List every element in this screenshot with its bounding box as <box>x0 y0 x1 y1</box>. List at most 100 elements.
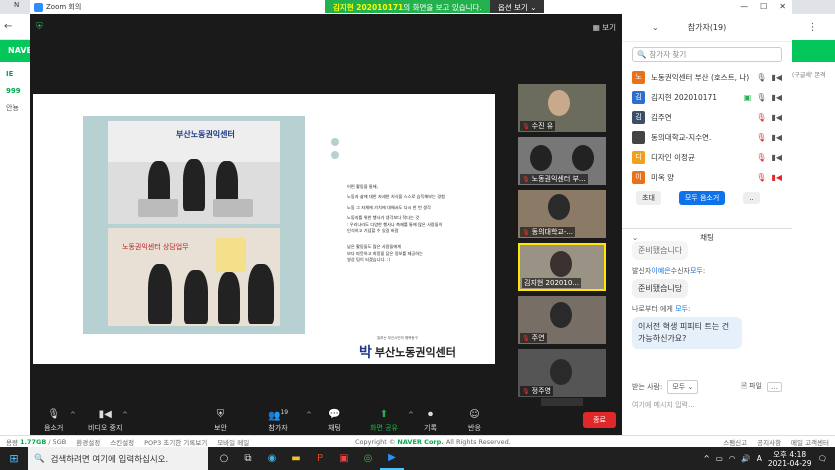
reactions-button[interactable]: ☺ 반응 <box>468 409 481 433</box>
settings-icon[interactable]: ⋮ <box>790 14 835 40</box>
brand-mark: 박 <box>359 345 372 361</box>
minimize-icon[interactable]: — <box>740 2 748 11</box>
reactions-label: 반응 <box>468 424 481 432</box>
mute-all-button[interactable]: 모두 음소거 <box>678 191 726 205</box>
edge-icon[interactable]: ◉ <box>260 447 284 470</box>
chrome-icon[interactable]: ◎ <box>356 447 380 470</box>
status-link[interactable]: 환경설정 <box>76 437 100 447</box>
participants-title: 참가자(19) <box>687 23 727 32</box>
status-link[interactable]: 스팸신고 <box>723 437 747 447</box>
video-thumb[interactable]: 🎙 정주영 <box>518 349 606 397</box>
status-link[interactable]: 모바일 메일 <box>217 437 249 447</box>
brand-subtitle: 일하는 부산시민의 행복동구 <box>377 336 418 340</box>
video-camera-icon[interactable]: ▮◀ <box>771 73 782 82</box>
video-camera-icon[interactable]: ▮◀ <box>771 113 782 122</box>
news-snippet[interactable]: (구글세' 본격 <box>790 62 835 87</box>
task-view-icon[interactable]: ⧉ <box>236 447 260 470</box>
status-link[interactable]: 메일 고객센터 <box>791 437 829 447</box>
status-link[interactable]: POP3 초기한 기록보기 <box>144 437 207 447</box>
chevron-up-icon[interactable]: ^ <box>70 411 76 419</box>
microphone-muted-icon[interactable]: 🎙 <box>756 133 766 142</box>
more-icon[interactable]: … <box>767 382 782 392</box>
view-options-button[interactable]: 옵션 보기 ⌄ <box>489 0 545 13</box>
chat-input[interactable]: 여기에 메시지 입력... <box>632 400 782 410</box>
receiver-name[interactable]: 모두 <box>675 305 688 313</box>
usage-label: 용량 <box>6 438 18 447</box>
wifi-icon[interactable]: ◠ <box>729 454 736 463</box>
share-screen-button[interactable]: ⬆ 화면 공유 <box>370 409 398 433</box>
video-thumb[interactable]: 🎙 주연 <box>518 296 606 344</box>
status-link[interactable]: 스킨설정 <box>110 437 134 447</box>
zoom-logo-icon <box>34 2 43 12</box>
video-thumb[interactable]: 🎙 노동권익센터 부... <box>518 137 606 185</box>
zoom-taskbar-icon[interactable]: ▶ <box>380 447 404 470</box>
video-thumb-active[interactable]: 김지현 202010... <box>518 243 606 291</box>
video-off-icon[interactable]: ▮◀ <box>771 173 782 182</box>
input-language[interactable]: A <box>757 454 762 463</box>
cortana-icon[interactable]: ○ <box>212 447 236 470</box>
record-button[interactable]: ⏺ 기록 <box>424 409 437 433</box>
clock[interactable]: 오후 4:18 2021-04-29 <box>768 450 812 468</box>
maximize-icon[interactable]: ☐ <box>760 2 767 11</box>
participant-row[interactable]: 김 김주연 🎙 ▮◀ <box>632 107 782 127</box>
microphone-muted-icon[interactable]: 🎙 <box>756 113 766 122</box>
recipient-select[interactable]: 모두 ⌄ <box>667 380 699 394</box>
store-icon[interactable]: ▣ <box>332 447 356 470</box>
volume-icon[interactable]: 🔊 <box>741 454 750 463</box>
chat-bubble: 준비됐습니당 <box>632 279 689 298</box>
invite-button[interactable]: 초대 <box>636 191 661 205</box>
status-link[interactable]: 공지사항 <box>757 437 781 447</box>
zoom-window: Zoom 회의 — ☐ ✕ 김지현 202010171의 화면을 보고 있습니다… <box>30 0 792 435</box>
microphone-muted-icon[interactable]: 🎙 <box>756 173 766 182</box>
notification-icon[interactable]: 🗨 <box>817 454 827 463</box>
view-button[interactable]: ▦ 보기 <box>593 22 616 33</box>
file-explorer-icon[interactable]: ▬ <box>284 447 308 470</box>
chat-composer: 받는 사람: 모두 ⌄ 🗎 파일 … 여기에 메시지 입력... <box>632 380 782 410</box>
video-camera-icon[interactable]: ▮◀ <box>771 93 782 102</box>
receiver-name[interactable]: 모두 <box>690 267 703 275</box>
chevron-up-icon[interactable]: ^ <box>703 454 709 463</box>
chevron-up-icon[interactable]: ^ <box>408 411 414 419</box>
end-meeting-button[interactable]: 종료 <box>583 412 616 428</box>
close-icon[interactable]: ✕ <box>779 2 786 11</box>
mute-button[interactable]: 🎙 음소거 <box>44 409 63 433</box>
mic-muted-icon: 🎙 <box>522 228 530 236</box>
more-options-button[interactable]: .. <box>743 192 760 204</box>
thumb-label: 동의대학교-... <box>531 228 574 236</box>
tab-label: N <box>14 1 20 9</box>
security-button[interactable]: ⛨ 보안 <box>214 409 227 433</box>
taskbar-search-input[interactable]: 🔍 검색하려면 여기에 입력하십시오. <box>28 447 208 470</box>
microphone-muted-icon[interactable]: 🎙 <box>756 153 766 162</box>
share-screen-icon[interactable]: ▣ <box>744 93 752 102</box>
video-thumb[interactable]: 🎙 동의대학교-... <box>518 190 606 238</box>
participants-header: ⌄ 참가자(19) <box>622 14 792 42</box>
participant-row[interactable]: 이 미옥 양 🎙 ▮◀ <box>632 167 782 187</box>
file-button[interactable]: 🗎 파일 <box>741 381 762 393</box>
windows-start-icon[interactable]: ⊞ <box>0 447 28 470</box>
video-camera-icon[interactable]: ▮◀ <box>771 153 782 162</box>
copyright-brand[interactable]: NAVER Corp. <box>397 438 443 446</box>
network-icon[interactable]: ▭ <box>716 454 723 463</box>
participants-button[interactable]: 👥19 참가자 <box>268 409 288 433</box>
microphone-icon[interactable]: 🎙 <box>756 73 766 82</box>
video-camera-icon[interactable]: ▮◀ <box>771 133 782 142</box>
shield-icon[interactable]: ⛨ <box>36 22 43 32</box>
thumb-label: 정주영 <box>531 387 551 395</box>
microphone-icon[interactable]: 🎙 <box>756 93 766 102</box>
sender-name[interactable]: 이예은 <box>651 267 670 275</box>
participant-name: 동의대학교-지수연. <box>651 132 712 142</box>
participant-row[interactable]: 김 김지현 202010171 ▣ 🎙 ▮◀ <box>632 87 782 107</box>
chevron-down-icon[interactable]: ⌄ <box>652 23 659 32</box>
video-thumb[interactable]: 🎙 수진 유 <box>518 84 606 132</box>
chat-button[interactable]: 💬 채팅 <box>328 409 341 433</box>
chevron-up-icon[interactable]: ^ <box>306 411 312 419</box>
stop-video-button[interactable]: ▮◀ 비디오 중지 <box>88 409 122 433</box>
powerpoint-icon[interactable]: P <box>308 447 332 470</box>
participant-row[interactable]: 노 노동권익센터 부산 (호스트, 나) 🎙 ▮◀ <box>632 67 782 87</box>
chevron-up-icon[interactable]: ^ <box>122 411 128 419</box>
participant-row[interactable]: 디 디자인 이정균 🎙 ▮◀ <box>632 147 782 167</box>
participant-row[interactable]: 동의대학교-지수연. 🎙 ▮◀ <box>632 127 782 147</box>
participant-search-input[interactable]: 🔍 참가자 찾기 <box>632 47 782 62</box>
slide-paragraph: 어떤 활동을 통해, <box>347 184 378 189</box>
participant-name: 노동권익센터 부산 (호스트, 나) <box>651 72 750 82</box>
